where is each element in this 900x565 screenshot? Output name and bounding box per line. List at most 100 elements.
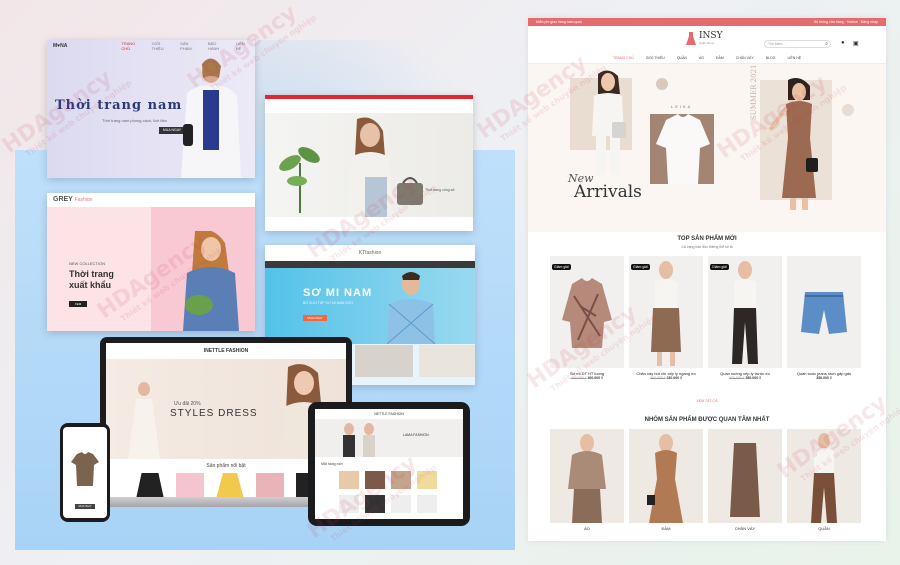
template-thumbnail-grey[interactable]: GREY Fashion NEW COLLECTION Thời trang x… <box>47 193 255 331</box>
user-icon[interactable]: ● <box>841 40 845 46</box>
hero-subtitle: BỘ SƯU TẬP SƠ MI NAM 2021 <box>303 301 354 305</box>
product-card[interactable]: Quần soóc jeans rách gấp gấu 350.000 ₫ <box>787 256 861 380</box>
tablet-mockup: NETTLE FASHION LAMA FASHION Mặt hàng mới <box>308 402 470 526</box>
models-image <box>343 423 375 457</box>
product-thumb <box>256 473 284 499</box>
mini-nav-item: LIÊN HỆ <box>235 41 245 51</box>
product-price: 260.000 ₫ 230.000 ₫ <box>650 376 682 380</box>
thumb <box>419 345 475 377</box>
thumb <box>355 345 413 377</box>
hero-subtitle: Thời trang nam phong cách, lịch lãm <box>102 118 167 123</box>
cart-icon[interactable]: ▣ <box>853 40 859 47</box>
logo-subtitle: Night Moon <box>699 41 715 45</box>
template-thumbnail-mona[interactable]: M♥NA TRANG CHỦ GIỚI THIỆU SẢN PHẨM BẢO H… <box>47 40 255 178</box>
category-card[interactable]: CHÂN VÁY <box>708 429 782 531</box>
top-links[interactable]: Hệ thống cửa hàng · Hotline · Đăng nhập <box>814 20 878 24</box>
menu-item-dresses[interactable]: ĐẦM <box>716 56 724 60</box>
product-price: 350.000 ₫ <box>816 376 832 380</box>
top-products-title: TOP SẢN PHẨM MỚI <box>677 236 737 242</box>
bag-image <box>397 177 423 205</box>
model-tops-image <box>568 434 606 523</box>
menu-item-home[interactable]: TRANG CHỦ <box>613 56 634 60</box>
tablet-promo: LAMA FASHION <box>403 433 429 437</box>
product-thumb <box>216 473 244 499</box>
tablet-section: Mặt hàng mới <box>321 462 343 466</box>
product-image <box>787 256 861 368</box>
product-image: Giảm giá! <box>629 256 703 368</box>
product-thumb <box>365 471 385 489</box>
laptop-site-header: INETTLE FASHION <box>203 348 249 354</box>
top-products-subtitle: Cà vạng hàn độc thiếng thể ké là <box>681 245 733 249</box>
menu-item-tops[interactable]: ÁO <box>699 56 704 60</box>
product-card[interactable]: Giảm giá! Sơ mi DT HT luong 460.000 ₫ 40… <box>550 256 624 380</box>
laptop-headline: STYLES DRESS <box>170 408 258 419</box>
mini-nav-item: BẢO HÀNH <box>207 41 220 51</box>
category-label[interactable]: CHÂN VÁY <box>708 526 782 531</box>
mini-nav-item: TRANG CHỦ <box>121 41 136 51</box>
hero-banner[interactable]: LEIKA SUMMER 2021 New Arrivals <box>528 64 886 232</box>
menu-item-contact[interactable]: LIÊN HỆ <box>787 56 801 60</box>
site-logo[interactable]: INSY Night Moon <box>686 32 723 45</box>
hero-button: MUA NGAY <box>303 315 327 321</box>
hero-title: Thời trang nam <box>55 98 183 113</box>
model-skirt-image <box>651 261 681 366</box>
mini-nav-item: SẢN PHẨM <box>180 41 192 51</box>
model-dress-image <box>128 382 160 459</box>
search-icon[interactable]: ⌕ <box>825 42 828 47</box>
phone-button: MUA NGAY <box>75 504 95 509</box>
search-input[interactable]: Tìm kiếm... ⌕ <box>764 40 831 48</box>
product-thumb <box>136 473 164 499</box>
category-label[interactable]: ĐẦM <box>629 526 703 531</box>
product-thumb <box>417 471 437 489</box>
product-grid: Giảm giá! Sơ mi DT HT luong 460.000 ₫ 40… <box>550 256 861 380</box>
tablet-screen: NETTLE FASHION LAMA FASHION Mặt hàng mới <box>315 409 463 519</box>
category-card[interactable]: ĐẦM <box>629 429 703 531</box>
decor-circle <box>842 104 854 116</box>
main-menu: TRANG CHỦ GIỚI THIỆU QUẦN ÁO ĐẦM CHÂN VÁ… <box>528 52 886 64</box>
mini-logo: GREY Fashion <box>53 195 93 203</box>
model-man-image <box>181 58 241 178</box>
product-price: 460.000 ₫ 400.000 ₫ <box>571 376 603 380</box>
product-thumb <box>391 495 411 513</box>
menu-item-pants[interactable]: QUẦN <box>677 56 687 60</box>
thumb-row <box>355 345 475 377</box>
model-woman-image <box>592 70 626 174</box>
mini-nav: GREY Fashion <box>47 193 255 205</box>
product-thumb <box>339 471 359 489</box>
category-grid: ÁO ĐẦM CHÂN VÁY QUẦN <box>550 429 861 531</box>
category-label[interactable]: ÁO <box>550 526 624 531</box>
menu-item-about[interactable]: GIỚI THIỆU <box>646 56 665 60</box>
jeans-shorts-image <box>801 292 847 334</box>
category-image <box>550 429 624 523</box>
tablet-products <box>339 471 437 513</box>
sale-badge: Giảm giá! <box>552 264 571 270</box>
product-card[interactable]: Giảm giá! Quần suông xếp ly trước eo 400… <box>708 256 782 380</box>
category-title: NHÓM SẢN PHẨM ĐƯỢC QUAN TÂM NHẤT <box>644 417 770 423</box>
product-card[interactable]: Giảm giá! Chân váy bút chì xếp ly ngang … <box>629 256 703 380</box>
category-card[interactable]: ÁO <box>550 429 624 531</box>
product-thumb <box>365 495 385 513</box>
blouse-image <box>656 114 710 184</box>
category-card[interactable]: QUẦN <box>787 429 861 531</box>
product-thumb <box>417 495 437 513</box>
model-pants-image <box>732 261 758 364</box>
see-all-link[interactable]: XEM TẤT CẢ <box>528 399 886 403</box>
category-image <box>787 429 861 523</box>
hero-banner: Thời trang công sở <box>265 113 473 217</box>
model-man-image <box>386 272 436 344</box>
sale-badge: Giảm giá! <box>710 264 729 270</box>
red-topbar <box>265 95 473 99</box>
hero-title: SƠ MI NAM <box>303 287 373 299</box>
product-thumb <box>176 473 204 499</box>
model-pants-image <box>811 433 837 523</box>
category-label[interactable]: QUẦN <box>787 526 861 531</box>
menu-item-skirts[interactable]: CHÂN VÁY <box>736 56 754 60</box>
template-thumbnail-office[interactable]: Thời trang công sở <box>265 95 473 231</box>
insy-homepage: Miễn phí giao hàng toàn quốc Hệ thống cử… <box>528 18 886 541</box>
laptop-products <box>136 473 324 499</box>
menu-item-blog[interactable]: BLOG <box>766 56 776 60</box>
decor-circle <box>656 78 668 90</box>
tablet-site-header: NETTLE FASHION <box>374 412 404 416</box>
mini-navbar <box>265 261 475 268</box>
logo-name: INSY <box>699 31 723 41</box>
